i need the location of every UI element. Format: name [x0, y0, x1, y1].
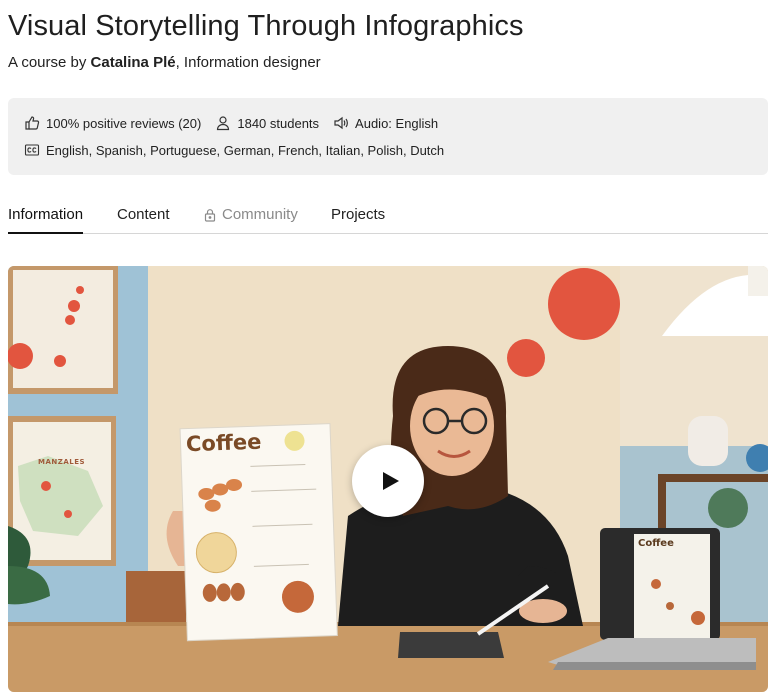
reviews-item: 100% positive reviews (20): [24, 115, 201, 131]
author-role: , Information designer: [175, 54, 321, 71]
laptop-screen-title: Coffee: [638, 538, 674, 549]
course-title: Visual Storytelling Through Infographics: [8, 10, 524, 42]
course-info-box: 100% positive reviews (20) 1840 students…: [8, 98, 768, 175]
tab-projects[interactable]: Projects: [331, 206, 385, 223]
tab-community[interactable]: Community: [203, 206, 298, 223]
captions-icon: [24, 142, 40, 158]
byline-prefix: A course by: [8, 54, 91, 71]
author-link[interactable]: Catalina Plé: [91, 54, 176, 71]
play-icon: [383, 472, 399, 490]
course-video-player[interactable]: MANZALES Coffee Coffee: [8, 266, 768, 692]
poster-title: Coffee: [185, 429, 262, 457]
info-row-stats: 100% positive reviews (20) 1840 students…: [24, 115, 452, 131]
audio-icon: [333, 115, 349, 131]
tab-content[interactable]: Content: [117, 206, 170, 223]
subtitles-text: English, Spanish, Portuguese, German, Fr…: [46, 142, 445, 158]
lock-icon: [204, 208, 216, 222]
tab-community-label: Community: [222, 206, 298, 223]
audio-text: Audio: English: [355, 115, 439, 131]
audio-item: Audio: English: [333, 115, 438, 131]
reviews-text: 100% positive reviews (20): [46, 115, 202, 131]
students-item: 1840 students: [215, 115, 319, 131]
course-tabs: Information Content Community Projects: [8, 198, 768, 234]
thumbs-up-icon: [24, 115, 40, 131]
info-row-subtitles: English, Spanish, Portuguese, German, Fr…: [24, 142, 458, 158]
subtitles-item: English, Spanish, Portuguese, German, Fr…: [24, 142, 444, 158]
map-label: MANZALES: [38, 458, 86, 466]
students-text: 1840 students: [237, 115, 320, 131]
tab-information[interactable]: Information: [8, 206, 84, 234]
play-button[interactable]: [352, 445, 424, 517]
user-icon: [215, 115, 231, 131]
course-byline: A course by Catalina Plé, Information de…: [8, 54, 321, 71]
